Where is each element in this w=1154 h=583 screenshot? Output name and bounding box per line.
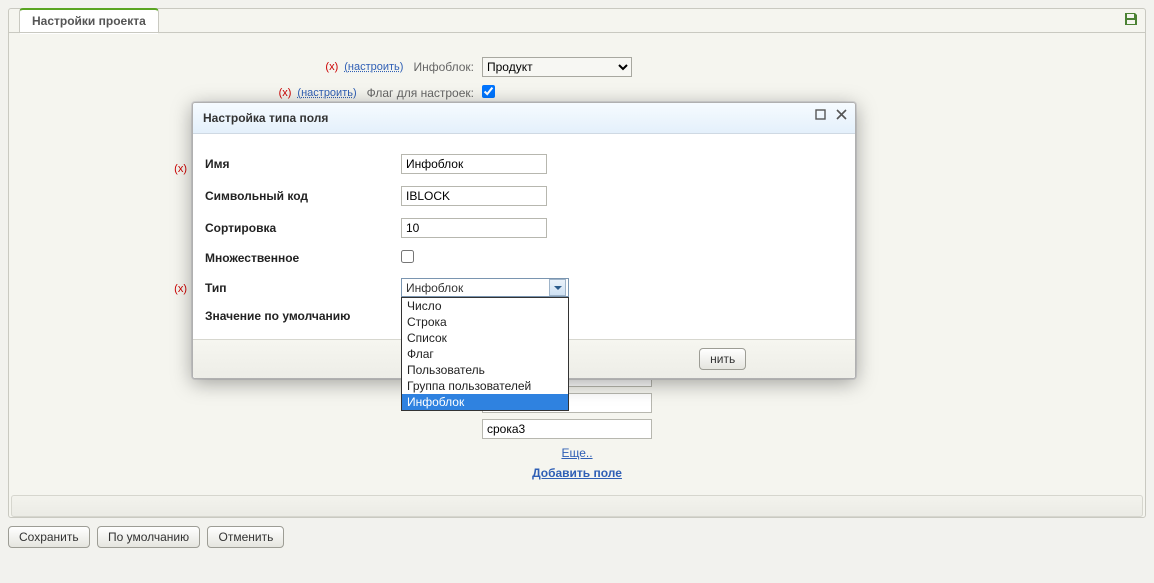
save-icon[interactable] <box>1123 11 1139 27</box>
flag-checkbox[interactable] <box>482 85 495 98</box>
setting-row-iblock: (x) (настроить) Инфоблок: Продукт <box>9 53 1145 81</box>
configure-link[interactable]: (настроить) <box>344 61 403 73</box>
tab-strip <box>9 32 1145 33</box>
add-field-link[interactable]: Добавить поле <box>532 466 622 480</box>
setting-label: Инфоблок: <box>413 60 474 74</box>
type-option[interactable]: Пользователь <box>402 362 568 378</box>
multistring-input-3[interactable] <box>482 419 652 439</box>
field-label-multi: Множественное <box>205 251 401 265</box>
dialog-title: Настройка типа поля <box>203 111 328 125</box>
dialog-body: Имя Символьный код Сортировка Множествен… <box>193 134 855 339</box>
type-option[interactable]: Флаг <box>402 346 568 362</box>
maximize-icon[interactable] <box>815 109 826 123</box>
field-name-input[interactable] <box>401 154 547 174</box>
more-link[interactable]: Еще.. <box>561 446 592 460</box>
dialog-titlebar[interactable]: Настройка типа поля <box>193 103 855 134</box>
field-label-type: Тип <box>205 281 401 295</box>
delete-icon[interactable]: (x) <box>174 283 187 295</box>
save-button[interactable]: Сохранить <box>8 526 90 548</box>
field-label-code: Символьный код <box>205 189 401 203</box>
field-code-input[interactable] <box>401 186 547 206</box>
more-link-row: Еще.. <box>9 443 1145 463</box>
type-option[interactable]: Строка <box>402 314 568 330</box>
field-label-sort: Сортировка <box>205 221 401 235</box>
field-multi-checkbox[interactable] <box>401 250 414 263</box>
type-option[interactable]: Группа пользователей <box>402 378 568 394</box>
cancel-button[interactable]: Отменить <box>207 526 284 548</box>
field-type-dialog: Настройка типа поля Имя Символьный код С <box>192 102 856 379</box>
field-sort-input[interactable] <box>401 218 547 238</box>
field-type-selected: Инфоблок <box>406 281 463 295</box>
footer-buttons: Сохранить По умолчанию Отменить <box>8 526 1146 548</box>
default-button[interactable]: По умолчанию <box>97 526 200 548</box>
field-type-dropdown[interactable]: Число Строка Список Флаг Пользователь Гр… <box>401 297 569 411</box>
tab-label: Настройки проекта <box>32 14 146 28</box>
panel-footer-bar <box>11 495 1143 517</box>
delete-icon[interactable]: (x) <box>174 163 187 175</box>
delete-icon[interactable]: (x) <box>325 61 338 73</box>
type-option[interactable]: Число <box>402 298 568 314</box>
iblock-select[interactable]: Продукт <box>482 57 632 77</box>
setting-label: Флаг для настроек: <box>367 86 474 100</box>
add-field-row: Добавить поле <box>9 463 1145 483</box>
type-option[interactable]: Список <box>402 330 568 346</box>
dialog-button-partial[interactable]: нить <box>699 348 746 370</box>
field-label-default: Значение по умолчанию <box>205 309 401 323</box>
configure-link[interactable]: (настроить) <box>297 87 356 99</box>
type-option-selected[interactable]: Инфоблок <box>402 394 568 410</box>
delete-icon[interactable]: (x) <box>279 87 292 99</box>
chevron-down-icon <box>549 279 566 296</box>
close-icon[interactable] <box>836 109 847 123</box>
field-label-name: Имя <box>205 157 401 171</box>
field-type-select[interactable]: Инфоблок <box>401 278 569 297</box>
tab-project-settings[interactable]: Настройки проекта <box>19 8 159 33</box>
